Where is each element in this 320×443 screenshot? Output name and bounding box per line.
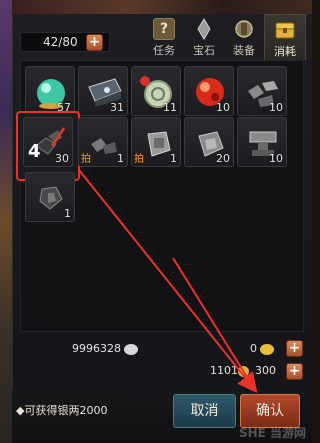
- annotation-arrows: [78, 169, 258, 394]
- arrow-line: [78, 169, 258, 394]
- arrow-line: [172, 257, 256, 391]
